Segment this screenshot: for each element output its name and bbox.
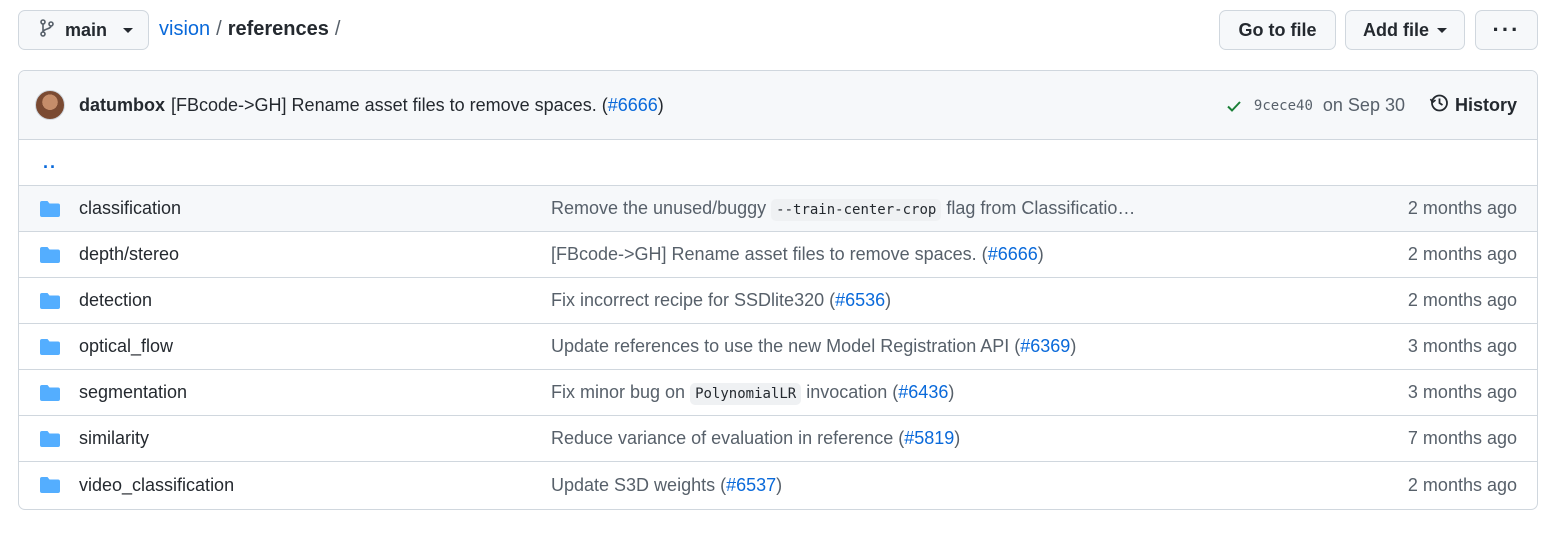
file-name-link[interactable]: depth/stereo: [79, 244, 179, 265]
breadcrumb-separator: /: [334, 18, 341, 40]
file-name-link[interactable]: similarity: [79, 428, 149, 449]
commit-message-close: ): [885, 290, 892, 310]
commit-message-link[interactable]: Fix minor bug on PolynomialLR invocation…: [551, 382, 955, 405]
commit-message-text: Remove the unused/buggy: [551, 198, 772, 218]
commit-pr-link[interactable]: #6537: [726, 475, 776, 495]
commit-message-close: ): [948, 382, 955, 402]
commit-pr-link[interactable]: #6536: [835, 290, 885, 310]
branch-label: main: [65, 19, 108, 40]
commit-message[interactable]: [FBcode->GH] Rename asset files to remov…: [171, 95, 664, 116]
commit-pr-link[interactable]: #5819: [904, 428, 954, 448]
file-name-link[interactable]: segmentation: [79, 382, 187, 403]
table-row[interactable]: optical_flow Update references to use the…: [19, 324, 1537, 370]
folder-icon: [39, 430, 61, 448]
commit-date: on Sep 30: [1322, 95, 1405, 115]
commit-message-link[interactable]: Fix incorrect recipe for SSDlite320 (#65…: [551, 290, 891, 311]
commit-age: 3 months ago: [1407, 382, 1517, 402]
parent-directory-link[interactable]: ..: [43, 152, 57, 173]
file-name-link[interactable]: video_classification: [79, 475, 234, 496]
commit-message-close: ): [776, 474, 783, 495]
folder-icon: [39, 338, 61, 356]
breadcrumb-current: references: [227, 18, 329, 40]
folder-icon: [39, 292, 61, 310]
file-list: datumbox [FBcode->GH] Rename asset files…: [18, 70, 1538, 510]
more-options-button[interactable]: ···: [1475, 10, 1538, 50]
commit-message-close: ): [1070, 336, 1077, 356]
commit-message-text: [FBcode->GH] Rename asset files to remov…: [551, 244, 988, 264]
commit-sha-link[interactable]: 9cece40: [1254, 98, 1313, 114]
chevron-down-icon: [123, 27, 134, 33]
folder-icon: [39, 200, 61, 218]
chevron-down-icon: [1437, 27, 1447, 33]
commit-message-link[interactable]: Reduce variance of evaluation in referen…: [551, 428, 960, 449]
commit-age: 2 months ago: [1407, 198, 1517, 218]
commit-message-text: Fix minor bug on: [551, 382, 691, 402]
commit-message-link[interactable]: [FBcode->GH] Rename asset files to remov…: [551, 244, 1044, 265]
table-row[interactable]: similarity Reduce variance of evaluation …: [19, 416, 1537, 462]
commit-age: 2 months ago: [1407, 290, 1517, 310]
commit-message-text: invocation (: [801, 382, 899, 402]
commit-pr-link[interactable]: #6369: [1020, 336, 1070, 356]
commit-age: 7 months ago: [1407, 428, 1517, 448]
git-branch-icon: [39, 18, 55, 42]
commit-message-text: Update S3D weights (: [551, 474, 727, 495]
add-file-label: Add file: [1363, 19, 1429, 40]
avatar[interactable]: [35, 90, 65, 120]
commit-age: 3 months ago: [1407, 336, 1517, 356]
table-row[interactable]: classification Remove the unused/buggy --…: [19, 186, 1537, 232]
commit-message-text: [FBcode->GH] Rename asset files to remov…: [171, 94, 608, 115]
commit-age: 2 months ago: [1407, 474, 1517, 495]
breadcrumb-repo-link[interactable]: vision: [159, 18, 210, 41]
check-icon[interactable]: [1224, 96, 1244, 116]
folder-icon: [39, 384, 61, 402]
breadcrumb-separator: /: [216, 18, 222, 40]
commit-age: 2 months ago: [1407, 244, 1517, 264]
commit-message-close: ): [1037, 244, 1044, 264]
history-label: History: [1454, 95, 1517, 115]
file-name-link[interactable]: detection: [79, 290, 152, 311]
history-link[interactable]: History: [1429, 93, 1517, 118]
add-file-button[interactable]: Add file: [1345, 10, 1465, 50]
commit-author-link[interactable]: datumbox: [79, 95, 165, 116]
inline-code: PolynomialLR: [690, 383, 802, 405]
commit-message-link[interactable]: Update S3D weights (#6537): [551, 475, 782, 496]
commit-message-link[interactable]: Remove the unused/buggy --train-center-c…: [551, 198, 1136, 221]
file-rows: classification Remove the unused/buggy --…: [19, 186, 1537, 508]
commit-meta: 9cece40 on Sep 30 History: [1224, 71, 1517, 140]
inline-code: --train-center-crop: [771, 199, 942, 221]
commit-message-text: flag from Classificatio…: [941, 198, 1136, 218]
commit-message-close: ): [657, 94, 664, 115]
history-icon: [1429, 93, 1449, 118]
go-to-file-button[interactable]: Go to file: [1219, 10, 1336, 50]
commit-message-text: Reduce variance of evaluation in referen…: [551, 428, 905, 448]
commit-pr-link[interactable]: #6666: [608, 95, 658, 115]
latest-commit-bar: datumbox [FBcode->GH] Rename asset files…: [19, 71, 1537, 140]
file-name-link[interactable]: classification: [79, 198, 181, 219]
folder-icon: [39, 476, 61, 494]
commit-message-text: Update references to use the new Model R…: [551, 336, 1021, 356]
commit-message-close: ): [954, 428, 961, 448]
breadcrumb: vision / references /: [159, 18, 340, 41]
table-row[interactable]: detection Fix incorrect recipe for SSDlit…: [19, 278, 1537, 324]
commit-message-link[interactable]: Update references to use the new Model R…: [551, 336, 1076, 357]
commit-message-text: Fix incorrect recipe for SSDlite320 (: [551, 290, 836, 310]
table-row[interactable]: video_classification Update S3D weights (…: [19, 462, 1537, 508]
branch-selector-button[interactable]: main: [18, 10, 149, 50]
repo-toolbar: main vision / references / Go to file Ad…: [0, 0, 1563, 62]
commit-pr-link[interactable]: #6436: [898, 382, 948, 402]
table-row[interactable]: segmentation Fix minor bug on PolynomialL…: [19, 370, 1537, 416]
table-row[interactable]: depth/stereo [FBcode->GH] Rename asset fi…: [19, 232, 1537, 278]
folder-icon: [39, 246, 61, 264]
parent-directory-row: ..: [19, 140, 1537, 186]
file-name-link[interactable]: optical_flow: [79, 336, 173, 357]
commit-pr-link[interactable]: #6666: [988, 244, 1038, 264]
